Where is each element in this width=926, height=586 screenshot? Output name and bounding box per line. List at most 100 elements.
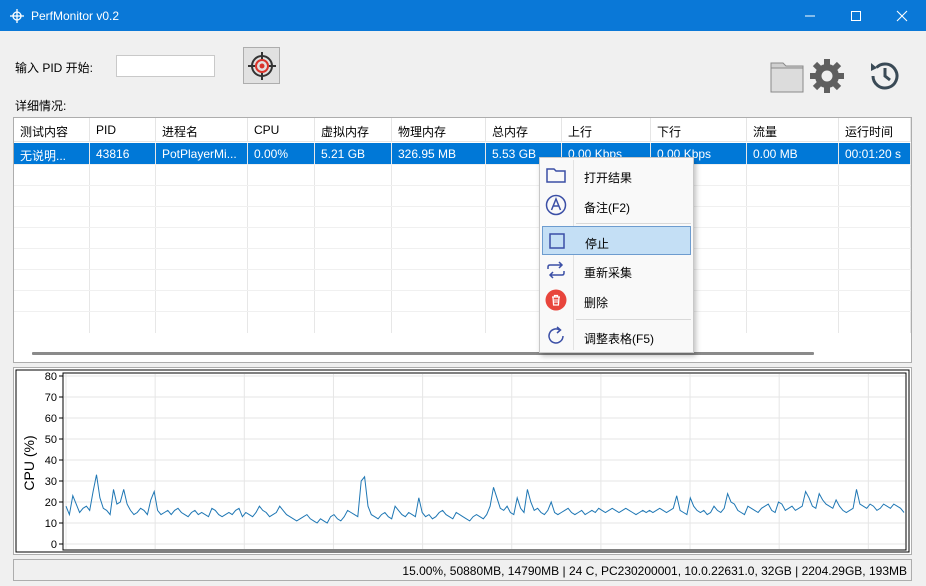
context-menu: 打开结果 备注(F2) 停止 重新采集 删除 调整表格(F5): [539, 157, 694, 353]
empty-table-cell: [392, 207, 486, 228]
cpu-chart: 0 10 20 30 40 50 60 70 80 CPU (%): [13, 367, 912, 555]
empty-table-cell: [90, 291, 156, 312]
empty-table-row: [14, 164, 911, 186]
column-header[interactable]: 下行: [651, 118, 747, 142]
horizontal-scrollbar[interactable]: [32, 352, 814, 355]
empty-table-cell: [156, 249, 248, 270]
column-header[interactable]: 虚拟内存: [315, 118, 392, 142]
history-clock-icon: [870, 62, 898, 90]
history-button[interactable]: [866, 57, 903, 95]
minimize-icon: [805, 15, 815, 16]
empty-table-cell: [315, 207, 392, 228]
empty-table-row: [14, 269, 911, 291]
title-bar: PerfMonitor v0.2: [0, 0, 926, 31]
menu-item-label: 重新采集: [584, 266, 633, 280]
empty-table-cell: [156, 207, 248, 228]
menu-item-note[interactable]: 备注(F2): [542, 191, 691, 220]
empty-table-cell: [14, 165, 90, 186]
empty-table-cell: [747, 291, 839, 312]
empty-table-cell: [248, 249, 315, 270]
column-header[interactable]: 流量: [747, 118, 839, 142]
folder-icon: [770, 62, 803, 93]
empty-table-cell: [315, 228, 392, 249]
stop-icon: [549, 233, 565, 249]
maximize-icon: [851, 10, 861, 21]
menu-item-label: 停止: [585, 237, 610, 251]
settings-button[interactable]: [808, 57, 845, 95]
column-header[interactable]: 物理内存: [392, 118, 486, 142]
y-tick-label: 40: [45, 455, 57, 467]
empty-table-row: [14, 227, 911, 249]
annotate-icon: [545, 194, 567, 216]
empty-table-cell: [839, 207, 911, 228]
empty-table-cell: [248, 312, 315, 333]
empty-table-cell: [839, 249, 911, 270]
column-header[interactable]: 进程名: [156, 118, 248, 142]
column-header[interactable]: PID: [90, 118, 156, 142]
empty-table-cell: [315, 270, 392, 291]
y-axis-ticks: 0 10 20 30 40 50 60 70 80: [45, 371, 63, 551]
empty-table-cell: [14, 207, 90, 228]
empty-table-cell: [747, 249, 839, 270]
empty-table-cell: [156, 165, 248, 186]
empty-table-cell: [14, 270, 90, 291]
y-tick-label: 10: [45, 518, 57, 530]
details-label: 详细情况:: [15, 99, 67, 113]
menu-item-resample[interactable]: 重新采集: [542, 256, 691, 285]
menu-item-delete[interactable]: 删除: [542, 286, 691, 315]
maximize-button[interactable]: [833, 0, 879, 31]
y-tick-label: 20: [45, 497, 57, 509]
menu-item-stop[interactable]: 停止: [542, 226, 691, 255]
empty-table-cell: [14, 312, 90, 333]
empty-table-cell: [839, 312, 911, 333]
column-header[interactable]: CPU: [248, 118, 315, 142]
empty-table-cell: [156, 312, 248, 333]
pid-input[interactable]: [116, 55, 215, 77]
empty-table-cell: [156, 291, 248, 312]
empty-table-cell: [315, 186, 392, 207]
column-header[interactable]: 运行时间: [839, 118, 911, 142]
target-button[interactable]: [243, 47, 280, 84]
menu-separator: [576, 223, 691, 224]
column-header[interactable]: 总内存: [486, 118, 562, 142]
menu-separator: [576, 319, 691, 320]
y-tick-label: 0: [51, 539, 57, 551]
y-tick-label: 50: [45, 434, 57, 446]
table-header: 测试内容 PID 进程名 CPU 虚拟内存 物理内存 总内存 上行 下行 流量 …: [14, 118, 911, 142]
open-folder-button[interactable]: [768, 57, 805, 95]
crosshair-app-icon: [10, 9, 24, 23]
gear-icon: [809, 59, 844, 93]
window-title: PerfMonitor v0.2: [31, 9, 120, 23]
empty-table-cell: [747, 207, 839, 228]
menu-item-adjust-table[interactable]: 调整表格(F5): [542, 322, 691, 351]
y-tick-label: 60: [45, 413, 57, 425]
empty-table-cell: [156, 228, 248, 249]
table-row[interactable]: 无说明... 43816 PotPlayerMi... 0.00% 5.21 G…: [14, 143, 911, 164]
target-crosshair-icon: [247, 51, 276, 80]
empty-table-row: [14, 248, 911, 270]
y-tick-label: 30: [45, 476, 57, 488]
menu-item-open-results[interactable]: 打开结果: [542, 161, 691, 190]
menu-item-label: 调整表格(F5): [584, 332, 654, 346]
repeat-icon: [547, 261, 565, 279]
close-icon: [896, 10, 908, 21]
empty-table-cell: [248, 165, 315, 186]
pid-label: 输入 PID 开始:: [15, 61, 94, 75]
empty-table-cell: [90, 249, 156, 270]
column-header[interactable]: 上行: [562, 118, 651, 142]
empty-table-cell: [839, 186, 911, 207]
table-cell: 5.21 GB: [315, 143, 392, 164]
column-header[interactable]: 测试内容: [14, 118, 90, 142]
table-cell: 0.00 MB: [747, 143, 839, 164]
menu-item-label: 备注(F2): [584, 201, 630, 215]
empty-table-cell: [747, 270, 839, 291]
process-table[interactable]: 测试内容 PID 进程名 CPU 虚拟内存 物理内存 总内存 上行 下行 流量 …: [13, 117, 912, 363]
empty-table-cell: [90, 207, 156, 228]
empty-table-cell: [90, 228, 156, 249]
y-tick-label: 70: [45, 392, 57, 404]
minimize-button[interactable]: [787, 0, 833, 31]
empty-table-cell: [156, 270, 248, 291]
close-button[interactable]: [879, 0, 925, 31]
empty-table-cell: [392, 186, 486, 207]
empty-table-row: [14, 185, 911, 207]
